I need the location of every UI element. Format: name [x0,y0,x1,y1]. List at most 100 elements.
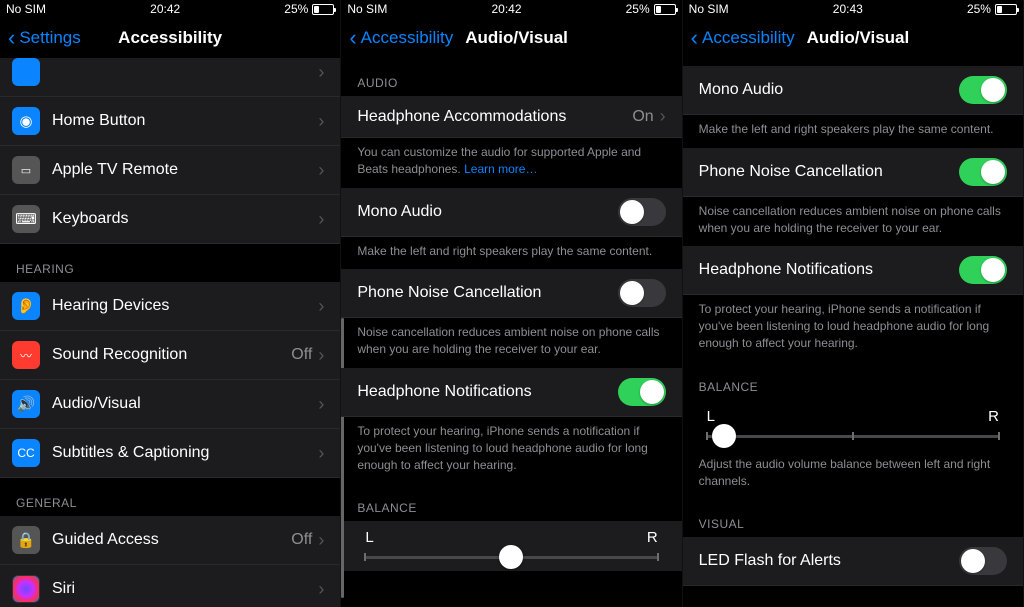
back-label: Accessibility [702,28,795,48]
row-mono-audio: Mono Audio [341,188,681,237]
section-header-hearing: HEARING [0,244,340,282]
footer-hpnotif: To protect your hearing, iPhone sends a … [341,417,681,483]
learn-more-link[interactable]: Learn more… [464,162,537,176]
lock-icon: 🔒 [12,526,40,554]
balance-slider-row: L R [683,400,1023,450]
page-title: Audio/Visual [465,28,568,48]
row-subtitles[interactable]: CC Subtitles & Captioning › [0,429,340,478]
chevron-left-icon: ‹ [349,27,356,49]
row-label: Audio/Visual [52,395,318,413]
back-button[interactable]: ‹ Settings [8,27,81,49]
row-value: Off [291,346,312,364]
row-mono-audio: Mono Audio [683,66,1023,115]
row-label: Phone Noise Cancellation [357,284,617,302]
toggle-headphone-notifications[interactable] [959,256,1007,284]
row-led-flash[interactable]: LED Flash for Alerts [683,537,1023,586]
battery-pct: 25% [284,2,308,16]
row-audio-visual[interactable]: 🔊 Audio/Visual › [0,380,340,429]
content: AUDIO Headphone Accommodations On › You … [341,58,681,607]
back-label: Accessibility [361,28,454,48]
row-headphone-notifications: Headphone Notifications [341,368,681,417]
row-siri[interactable]: Siri › [0,565,340,607]
row-home-button[interactable]: ◉ Home Button › [0,97,340,146]
footer-mono: Make the left and right speakers play th… [341,237,681,270]
section-header-audio: AUDIO [341,58,681,96]
toggle-mono-audio[interactable] [618,198,666,226]
slider-thumb[interactable] [712,424,736,448]
row-partial[interactable]: › [0,58,340,97]
chevron-right-icon: › [318,394,324,415]
footer-hpnotif: To protect your hearing, iPhone sends a … [683,295,1023,361]
row-label: Headphone Accommodations [357,108,632,126]
row-label: Headphone Notifications [699,261,959,279]
row-headphone-accommodations[interactable]: Headphone Accommodations On › [341,96,681,138]
row-label: Siri [52,580,318,598]
row-label: Phone Noise Cancellation [699,163,959,181]
section-header-balance: BALANCE [341,483,681,521]
row-label: LED Flash for Alerts [699,552,959,570]
chevron-left-icon: ‹ [8,27,15,49]
toggle-led-flash[interactable] [959,547,1007,575]
footer-balance: Adjust the audio volume balance between … [683,450,1023,500]
row-sound-recognition[interactable]: 〰 Sound Recognition Off › [0,331,340,380]
row-keyboards[interactable]: ⌨ Keyboards › [0,195,340,244]
screen-accessibility: No SIM 20:42 25% ‹ Settings Accessibilit… [0,0,341,607]
page-title: Accessibility [118,28,222,48]
back-button[interactable]: ‹ Accessibility [691,27,795,49]
generic-icon [12,58,40,86]
battery-icon [654,4,676,15]
footer-noise: Noise cancellation reduces ambient noise… [683,197,1023,247]
row-label: Apple TV Remote [52,161,318,179]
row-appletv-remote[interactable]: ▭ Apple TV Remote › [0,146,340,195]
nav-bar: ‹ Settings Accessibility [0,18,340,58]
status-bar: No SIM 20:42 25% [341,0,681,18]
toggle-noise-cancellation[interactable] [959,158,1007,186]
content: Mono Audio Make the left and right speak… [683,58,1023,607]
balance-slider[interactable] [707,435,999,438]
carrier: No SIM [347,2,387,16]
page-title: Audio/Visual [807,28,910,48]
balance-right-label: R [647,529,658,546]
toggle-headphone-notifications[interactable] [618,378,666,406]
row-label: Headphone Notifications [357,383,617,401]
balance-slider-row: L R [341,521,681,571]
balance-left-label: L [365,529,373,546]
section-header-visual: VISUAL [683,499,1023,537]
balance-slider[interactable] [365,556,657,559]
chevron-right-icon: › [318,111,324,132]
carrier: No SIM [689,2,729,16]
chevron-right-icon: › [318,296,324,317]
caption-icon: CC [12,439,40,467]
row-label: Hearing Devices [52,297,318,315]
chevron-right-icon: › [318,443,324,464]
row-hearing-devices[interactable]: 👂 Hearing Devices › [0,282,340,331]
balance-left-label: L [707,408,715,425]
status-bar: No SIM 20:42 25% [0,0,340,18]
ear-icon: 👂 [12,292,40,320]
home-icon: ◉ [12,107,40,135]
row-label: Subtitles & Captioning [52,444,318,462]
scroll-indicator[interactable] [341,318,344,598]
row-guided-access[interactable]: 🔒 Guided Access Off › [0,516,340,565]
clock: 20:43 [833,2,863,16]
screen-audiovisual-scrolled: No SIM 20:43 25% ‹ Accessibility Audio/V… [683,0,1024,607]
content: › ◉ Home Button › ▭ Apple TV Remote › ⌨ … [0,58,340,607]
screen-audiovisual-top: No SIM 20:42 25% ‹ Accessibility Audio/V… [341,0,682,607]
clock: 20:42 [491,2,521,16]
toggle-noise-cancellation[interactable] [618,279,666,307]
chevron-right-icon: › [660,106,666,127]
battery-icon [312,4,334,15]
toggle-mono-audio[interactable] [959,76,1007,104]
chevron-right-icon: › [318,62,324,83]
chevron-right-icon: › [318,209,324,230]
chevron-right-icon: › [318,579,324,600]
battery-icon [995,4,1017,15]
slider-thumb[interactable] [499,545,523,569]
row-label: Sound Recognition [52,346,291,364]
footer-mono: Make the left and right speakers play th… [683,115,1023,148]
speaker-icon: 🔊 [12,390,40,418]
row-label: Guided Access [52,531,291,549]
siri-icon [12,575,40,603]
back-button[interactable]: ‹ Accessibility [349,27,453,49]
footer-hpaccom: You can customize the audio for supporte… [341,138,681,188]
